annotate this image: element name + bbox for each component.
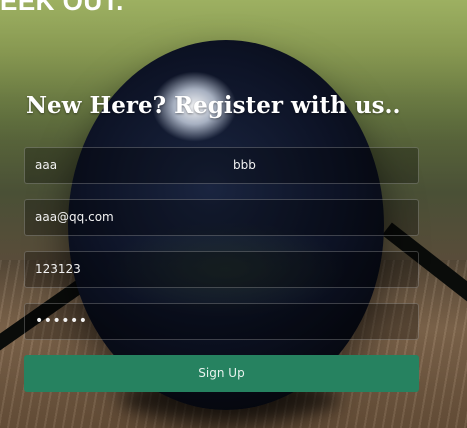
sign-up-button[interactable]: Sign Up — [24, 355, 419, 392]
phone-field[interactable]: 123123 — [24, 251, 419, 288]
page-heading-partial: EEK OUT. — [0, 0, 124, 16]
register-form-title: New Here? Register with us.. — [26, 92, 401, 119]
email-field[interactable]: aaa@qq.com — [24, 199, 419, 236]
last-name-field[interactable]: bbb — [223, 147, 419, 184]
password-field[interactable]: •••••• — [24, 303, 419, 340]
first-name-field[interactable]: aaa — [24, 147, 223, 184]
